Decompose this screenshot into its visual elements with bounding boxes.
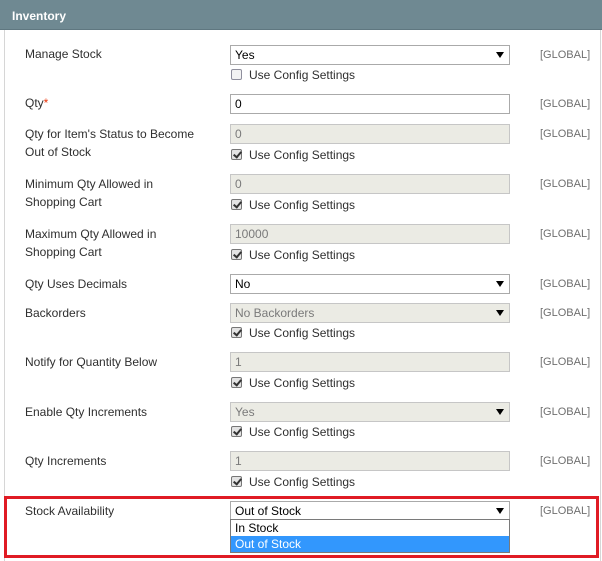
max-sale-qty-value: 10000 <box>235 227 269 241</box>
use-config-label: Use Config Settings <box>249 198 356 212</box>
checkbox[interactable] <box>231 249 242 260</box>
scope-min-qty: [GLOBAL] <box>540 128 591 140</box>
scope-min-sale-qty: [GLOBAL] <box>540 178 591 190</box>
chevron-down-icon <box>496 310 504 316</box>
use-config-label: Use Config Settings <box>249 475 356 489</box>
chevron-down-icon <box>496 508 504 514</box>
label-notify-qty: Notify for Quantity Below <box>25 355 158 369</box>
notify-qty-value: 1 <box>235 355 242 369</box>
stock-availability-options[interactable]: In Stock Out of Stock <box>230 519 510 553</box>
min-sale-qty-input[interactable]: 0 <box>230 174 510 194</box>
scope-enable-qty-increments: [GLOBAL] <box>540 406 591 418</box>
max-sale-qty-input[interactable]: 10000 <box>230 224 510 244</box>
stock-availability-select[interactable]: Out of Stock <box>230 501 510 521</box>
notify-qty-input[interactable]: 1 <box>230 352 510 372</box>
checkbox[interactable] <box>231 149 242 160</box>
scope-backorders: [GLOBAL] <box>540 307 591 319</box>
scope-manage-stock: [GLOBAL] <box>540 49 591 61</box>
scope-qty: [GLOBAL] <box>540 98 591 110</box>
enable-qty-increments-select[interactable]: Yes <box>230 402 510 422</box>
checkbox[interactable] <box>231 476 242 487</box>
stock-availability-value: Out of Stock <box>235 504 302 518</box>
label-min-sale-qty: Minimum Qty Allowed in Shopping Cart <box>25 177 154 209</box>
use-config-label: Use Config Settings <box>249 425 356 439</box>
backorders-value: No Backorders <box>235 306 315 320</box>
manage-stock-select[interactable]: Yes <box>230 45 510 65</box>
required-mark: * <box>43 96 49 110</box>
label-max-sale-qty: Maximum Qty Allowed in Shopping Cart <box>25 227 157 259</box>
qty-increments-input[interactable]: 1 <box>230 451 510 471</box>
label-manage-stock: Manage Stock <box>25 47 102 61</box>
qty-input[interactable]: 0 <box>230 94 510 114</box>
min-qty-input[interactable]: 0 <box>230 124 510 144</box>
qty-decimals-select[interactable]: No <box>230 274 510 294</box>
label-backorders: Backorders <box>25 306 86 320</box>
min-sale-qty-value: 0 <box>235 177 242 191</box>
manage-stock-value: Yes <box>235 48 255 62</box>
scope-qty-increments: [GLOBAL] <box>540 455 591 467</box>
label-min-qty: Qty for Item's Status to Become Out of S… <box>25 127 195 159</box>
min-qty-value: 0 <box>235 127 242 141</box>
qty-value: 0 <box>235 97 242 111</box>
use-config-label: Use Config Settings <box>249 326 356 340</box>
label-qty-text: Qty <box>25 96 44 110</box>
checkbox[interactable] <box>231 327 242 338</box>
option-out-of-stock[interactable]: Out of Stock <box>231 536 509 552</box>
use-config-label: Use Config Settings <box>249 248 356 262</box>
use-config-label: Use Config Settings <box>249 68 356 82</box>
backorders-select[interactable]: No Backorders <box>230 303 510 323</box>
label-qty-decimals: Qty Uses Decimals <box>25 277 128 291</box>
section-header[interactable]: Inventory <box>0 0 602 30</box>
checkbox[interactable] <box>231 377 242 388</box>
scope-qty-decimals: [GLOBAL] <box>540 278 591 290</box>
scope-stock-availability: [GLOBAL] <box>540 505 591 517</box>
qty-increments-value: 1 <box>235 454 242 468</box>
chevron-down-icon <box>496 409 504 415</box>
use-config-label: Use Config Settings <box>249 148 356 162</box>
scope-max-sale-qty: [GLOBAL] <box>540 228 591 240</box>
checkbox[interactable] <box>231 199 242 210</box>
chevron-down-icon <box>496 52 504 58</box>
chevron-down-icon <box>496 281 504 287</box>
option-in-stock[interactable]: In Stock <box>231 520 509 536</box>
checkbox[interactable] <box>231 69 242 80</box>
use-config-label: Use Config Settings <box>249 376 356 390</box>
section-title: Inventory <box>12 9 67 23</box>
label-enable-qty-increments: Enable Qty Increments <box>25 405 148 419</box>
label-qty-increments: Qty Increments <box>25 454 107 468</box>
label-stock-availability: Stock Availability <box>25 504 115 518</box>
scope-notify-qty: [GLOBAL] <box>540 356 591 368</box>
enable-qty-increments-value: Yes <box>235 405 255 419</box>
qty-decimals-value: No <box>235 277 251 291</box>
label-qty: Qty* <box>25 94 205 112</box>
checkbox[interactable] <box>231 426 242 437</box>
